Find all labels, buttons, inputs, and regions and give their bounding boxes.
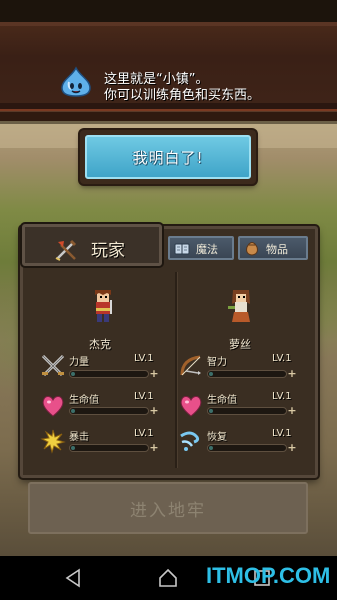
- crossed-sword-axe-icon: [55, 239, 77, 261]
- jack-stat-bar-fill-0: [71, 372, 75, 376]
- jack-stat-bar-1: [69, 407, 149, 415]
- banner-line-2: 你可以训练角色和买东西。: [104, 88, 261, 103]
- jack-stat-name-0: 力量: [69, 357, 89, 368]
- jack-stat-bar-fill-2: [71, 446, 75, 450]
- rose-stat-level-1: LV.1: [272, 391, 292, 402]
- tab-players[interactable]: 玩家: [22, 224, 162, 266]
- bag-icon: [246, 242, 258, 256]
- jack-stat-level-0: LV.1: [134, 353, 154, 364]
- watermark: ITMOP.COM: [206, 563, 331, 588]
- jack-stat-plus-2[interactable]: +: [149, 442, 159, 453]
- spellbook-icon: [174, 243, 190, 255]
- rose-stat-bar-0: [207, 370, 287, 378]
- rose-stat-bar-fill-2: [209, 446, 213, 450]
- rose-portrait[interactable]: [226, 288, 256, 326]
- rose-stat-bar-2: [207, 444, 287, 452]
- got-it-button[interactable]: 我明白了!: [80, 130, 256, 184]
- jack-stat-name-2: 暴击: [69, 432, 89, 443]
- got-it-button-face[interactable]: 我明白了!: [85, 135, 251, 179]
- jack-stat-level-2: LV.1: [134, 428, 154, 439]
- enter-dungeon-button[interactable]: 进入地牢: [28, 482, 308, 534]
- tab-items-label: 物品: [266, 243, 288, 256]
- crossed-swords-icon: [41, 354, 65, 377]
- rose-stat-plus-0[interactable]: +: [287, 368, 297, 379]
- rose-stat-bar-1: [207, 407, 287, 415]
- jack-stat-name-1: 生命值: [69, 395, 99, 406]
- bow-icon: [180, 355, 201, 376]
- rose-stat-level-2: LV.1: [272, 428, 292, 439]
- burst-icon: [40, 429, 66, 454]
- blue-slime-icon: [61, 66, 91, 97]
- rose-stat-level-0: LV.1: [272, 353, 292, 364]
- rose-stat-bar-fill-0: [209, 372, 213, 376]
- jack-stat-level-1: LV.1: [134, 391, 154, 402]
- rose-stat-plus-2[interactable]: +: [287, 442, 297, 453]
- jack-stat-plus-0[interactable]: +: [149, 368, 159, 379]
- rose-stat-bar-fill-1: [209, 409, 213, 413]
- got-it-button-label: 我明白了!: [132, 148, 204, 167]
- tab-magic-label: 魔法: [196, 243, 218, 256]
- jack-stat-bar-2: [69, 444, 149, 452]
- banner-line-1: 这里就是“小镇”。: [104, 72, 209, 87]
- heart-icon: [42, 396, 64, 417]
- rose-name: 萝丝: [229, 338, 251, 351]
- enter-dungeon-label: 进入地牢: [130, 500, 206, 521]
- jack-stat-bar-0: [69, 370, 149, 378]
- back-icon[interactable]: [64, 568, 82, 588]
- status-bar: [0, 0, 337, 22]
- jack-name: 杰克: [89, 338, 111, 351]
- tab-magic[interactable]: 魔法: [168, 236, 234, 260]
- wind-icon: [180, 431, 200, 451]
- tab-items[interactable]: 物品: [238, 236, 308, 260]
- jack-portrait[interactable]: [88, 288, 118, 326]
- heart-icon: [180, 396, 202, 417]
- message-banner: 这里就是“小镇”。 你可以训练角色和买东西。: [0, 22, 337, 121]
- banner-message: 这里就是“小镇”。 你可以训练角色和买东西。: [104, 72, 334, 104]
- rose-stat-name-0: 智力: [207, 357, 227, 368]
- rose-stat-plus-1[interactable]: +: [287, 405, 297, 416]
- tab-players-label: 玩家: [91, 241, 125, 261]
- jack-stat-bar-fill-1: [71, 409, 75, 413]
- home-icon[interactable]: [158, 568, 178, 588]
- rose-stat-name-1: 生命值: [207, 395, 237, 406]
- jack-stat-plus-1[interactable]: +: [149, 405, 159, 416]
- rose-stat-name-2: 恢复: [207, 432, 227, 443]
- panel-divider: [175, 272, 177, 468]
